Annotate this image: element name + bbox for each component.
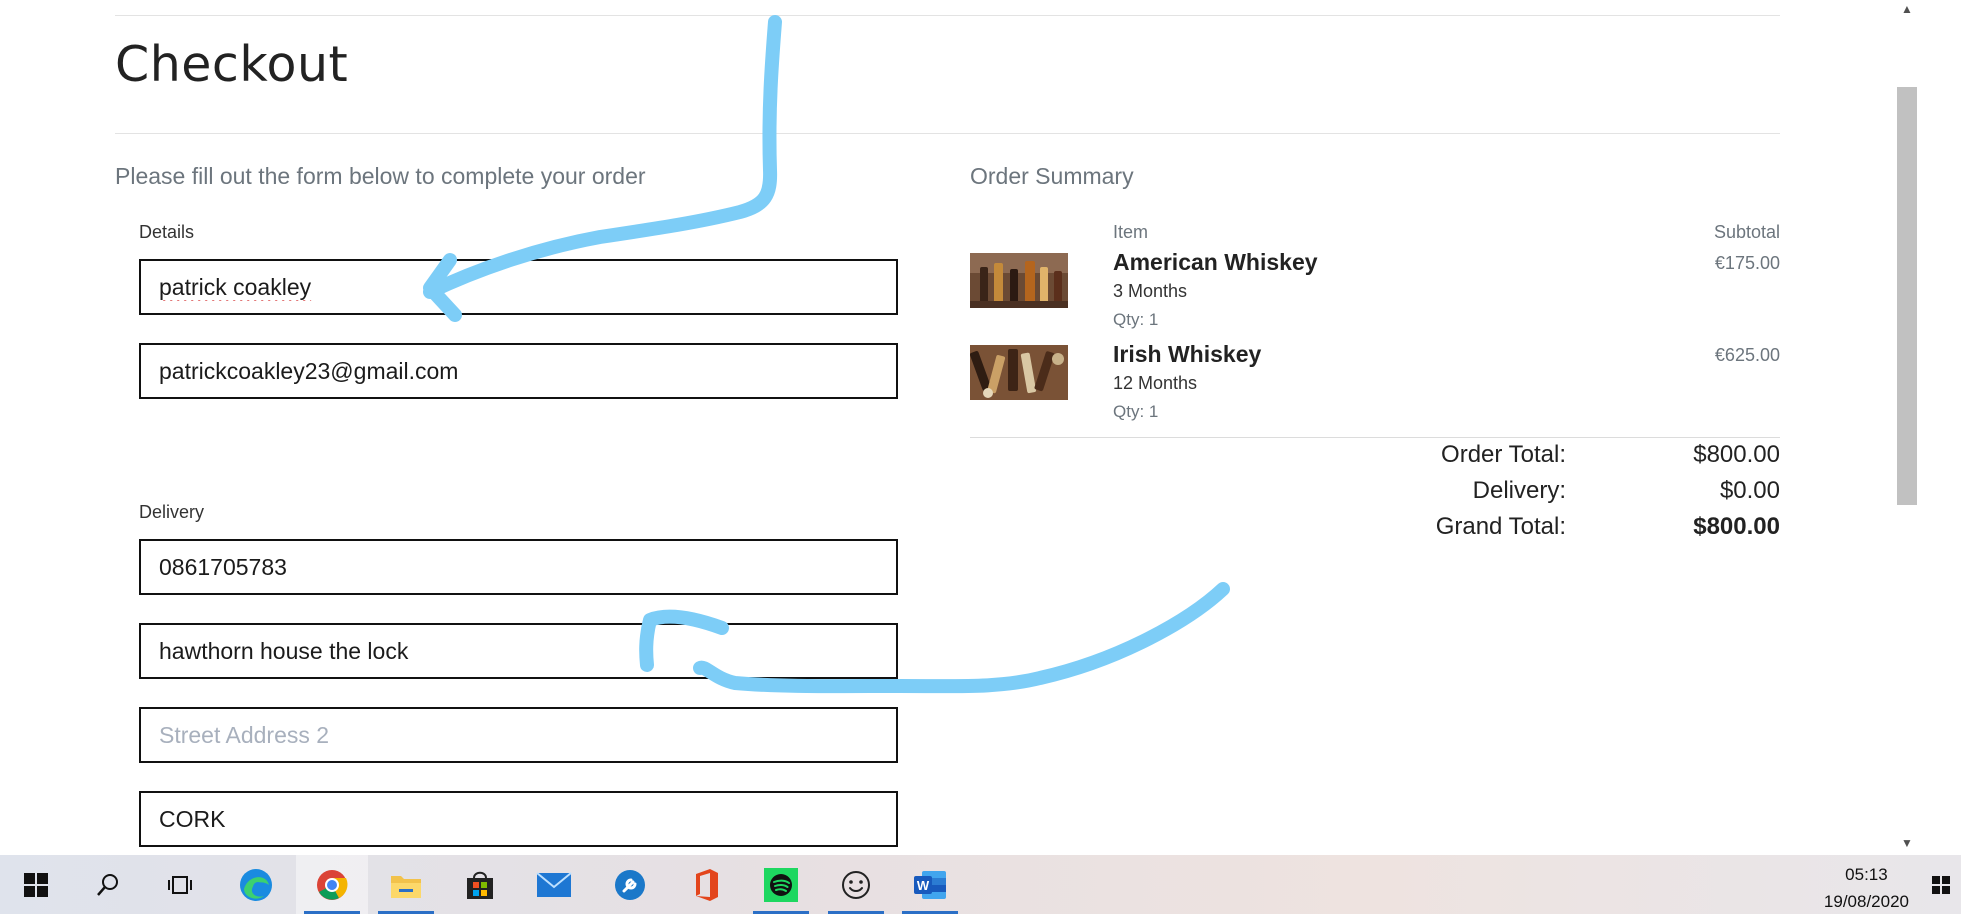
product-qty: Qty: 1 xyxy=(1113,402,1159,421)
search-icon[interactable] xyxy=(72,855,144,914)
scroll-down-arrow[interactable]: ▼ xyxy=(1897,834,1917,852)
order-line-item: American Whiskey 3 Months Qty: 1 €175.00 xyxy=(970,249,1780,343)
task-view-icon[interactable] xyxy=(144,855,216,914)
chrome-icon[interactable] xyxy=(296,855,368,914)
order-total-row: Order Total: $800.00 xyxy=(970,441,1780,475)
form-instructions: Please fill out the form below to comple… xyxy=(115,163,646,189)
product-name: Irish Whiskey xyxy=(1113,341,1262,367)
product-term: 12 Months xyxy=(1113,373,1198,393)
delivery-cost-label: Delivery: xyxy=(1472,477,1566,504)
product-subtotal: €175.00 xyxy=(1714,253,1780,273)
product-subtotal: €625.00 xyxy=(1714,345,1780,365)
product-name: American Whiskey xyxy=(1113,249,1318,275)
svg-text:W: W xyxy=(917,878,930,893)
product-qty: Qty: 1 xyxy=(1113,310,1159,329)
phone-input[interactable] xyxy=(139,539,898,595)
scroll-up-arrow[interactable]: ▲ xyxy=(1897,0,1917,18)
store-icon[interactable] xyxy=(444,855,516,914)
notification-icon[interactable] xyxy=(1931,875,1951,895)
irish-whiskey-image xyxy=(970,345,1068,400)
clock-date: 19/08/2020 xyxy=(1823,892,1909,911)
order-line-item: Irish Whiskey 12 Months Qty: 1 €625.00 xyxy=(970,341,1780,435)
word-icon[interactable]: W xyxy=(894,855,966,914)
subtotal-column-header: Subtotal xyxy=(1713,222,1780,242)
file-explorer-icon[interactable] xyxy=(370,855,442,914)
windows-taskbar: W 05:13 19/08/2020 xyxy=(0,855,1961,914)
item-column-header: Item xyxy=(1113,222,1149,242)
clock-time: 05:13 xyxy=(1845,865,1888,884)
american-whiskey-image xyxy=(970,253,1068,308)
summary-divider xyxy=(970,437,1780,438)
order-total-label: Order Total: xyxy=(1441,441,1566,468)
order-summary-title: Order Summary xyxy=(970,163,1134,189)
delivery-row: Delivery: $0.00 xyxy=(970,477,1780,511)
grand-total-row: Grand Total: $800.00 xyxy=(970,513,1780,547)
page-title: Checkout xyxy=(115,36,349,93)
grand-total-value: $800.00 xyxy=(1693,513,1780,540)
delivery-cost-value: $0.00 xyxy=(1719,477,1780,504)
delivery-label: Delivery xyxy=(139,502,205,522)
details-label: Details xyxy=(139,222,195,242)
settings-tool-icon[interactable] xyxy=(594,855,666,914)
full-name-input[interactable] xyxy=(139,259,898,315)
edge-icon[interactable] xyxy=(220,855,292,914)
spotify-icon[interactable] xyxy=(745,855,817,914)
street-address-1-input[interactable] xyxy=(139,623,898,679)
windows-start-icon[interactable] xyxy=(0,855,72,914)
scrollbar-thumb[interactable] xyxy=(1897,87,1917,505)
title-divider xyxy=(115,133,1780,134)
top-divider xyxy=(115,15,1780,16)
grand-total-label: Grand Total: xyxy=(1435,513,1566,540)
mail-icon[interactable] xyxy=(518,855,590,914)
emoji-app-icon[interactable] xyxy=(820,855,892,914)
checkout-page: Checkout Please fill out the form below … xyxy=(0,0,1918,855)
system-clock[interactable]: 05:13 19/08/2020 xyxy=(1824,861,1909,915)
email-input[interactable] xyxy=(139,343,898,399)
product-term: 3 Months xyxy=(1113,281,1188,301)
order-total-value: $800.00 xyxy=(1693,441,1780,468)
town-input[interactable] xyxy=(139,791,898,847)
street-address-2-input[interactable] xyxy=(139,707,898,763)
office-icon[interactable] xyxy=(670,855,742,914)
